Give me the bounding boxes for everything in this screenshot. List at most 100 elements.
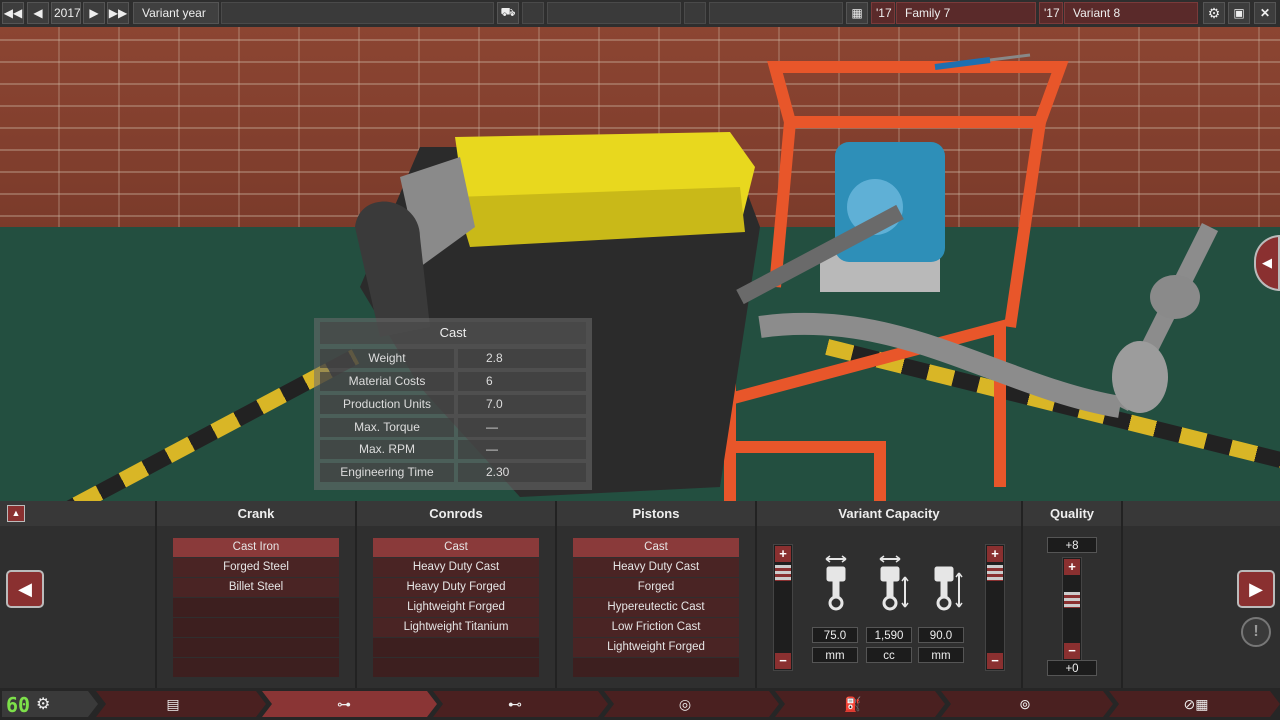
next-page-button[interactable]: ▶ <box>1237 570 1275 608</box>
car-icon[interactable]: ⛟ <box>497 2 519 24</box>
empty-slot <box>373 638 539 657</box>
bore-slider[interactable]: + − <box>773 544 793 671</box>
stroke-slider[interactable]: + − <box>985 544 1005 671</box>
stat-row: Weight 2.8 <box>320 349 586 368</box>
conrods-option[interactable]: Cast <box>373 538 539 557</box>
floppy-icon[interactable]: ▣ <box>1228 2 1250 24</box>
exhaust-icon: ⊚ <box>1019 695 1031 712</box>
pistons-options: Cast Heavy Duty Cast Forged Hypereutecti… <box>573 538 739 678</box>
minus-icon[interactable]: − <box>987 653 1003 669</box>
variant-year-label: Variant year <box>133 2 219 24</box>
pistons-option[interactable]: Heavy Duty Cast <box>573 558 739 577</box>
top-toolbar: ◀◀ ◀ 2017 ▶ ▶▶ Variant year ⛟ ▦ '17 Fami… <box>0 0 1280 28</box>
slider-thumb[interactable] <box>775 565 791 581</box>
stat-row: Engineering Time 2.30 <box>320 463 586 482</box>
stat-row: Production Units 7.0 <box>320 395 586 414</box>
engine-block-icon: ▤ <box>166 695 180 712</box>
crank-header: Crank <box>157 501 357 526</box>
rewind-icon[interactable]: ◀◀ <box>2 2 24 24</box>
pistons-option[interactable]: Cast <box>573 538 739 557</box>
family-year: '17 <box>871 2 895 24</box>
stat-value: 7.0 <box>458 395 586 414</box>
quality-max: +8 <box>1047 537 1097 553</box>
crank-conrod-icon: ⊶ <box>337 695 351 712</box>
quality-slider[interactable]: + − <box>1062 557 1082 661</box>
pistons-option[interactable]: Forged <box>573 578 739 597</box>
gear-icon[interactable]: ⚙ <box>1203 2 1225 24</box>
panel-header-blank <box>1123 501 1280 526</box>
pistons-option[interactable]: Hypereutectic Cast <box>573 598 739 617</box>
slider-thumb[interactable] <box>1064 592 1080 608</box>
stage-nav-bar: 60 ⚙ ▤ ⊶ ⊷ ◎ ⛽ ⊚ ⊘▦ <box>0 688 1280 720</box>
engine-illustration <box>355 53 1219 501</box>
triangle-left-icon: ◀ <box>1262 255 1272 270</box>
fuel-pump-icon: ⛽ <box>844 695 862 712</box>
capacity-piston-icon <box>879 555 909 611</box>
minus-icon[interactable]: − <box>1064 643 1080 659</box>
crank-option[interactable]: Billet Steel <box>173 578 339 597</box>
crank-option[interactable]: Forged Steel <box>173 558 339 577</box>
crank-option[interactable]: Cast Iron <box>173 538 339 557</box>
empty-slot <box>573 658 739 677</box>
prev-page-button[interactable]: ◀ <box>6 570 44 608</box>
conrods-option[interactable]: Lightweight Forged <box>373 598 539 617</box>
stat-row: Max. RPM — <box>320 440 586 459</box>
turbo-icon: ◎ <box>678 695 692 712</box>
triangle-right-icon: ▶ <box>1249 578 1263 599</box>
capacity-value: 1,590 <box>866 627 912 643</box>
conrods-option[interactable]: Heavy Duty Forged <box>373 578 539 597</box>
quality-header: Quality <box>1023 501 1123 526</box>
collapse-panel-button[interactable]: ▲ <box>7 505 25 522</box>
empty-slot <box>173 658 339 677</box>
conrods-option[interactable]: Heavy Duty Cast <box>373 558 539 577</box>
plus-icon[interactable]: + <box>1064 559 1080 575</box>
stroke-unit: mm <box>918 647 964 663</box>
close-icon[interactable]: ✕ <box>1254 2 1276 24</box>
empty-slot <box>173 638 339 657</box>
fps-indicator: 60 ⚙ <box>2 691 98 717</box>
exclamation-icon[interactable]: ! <box>1241 617 1271 647</box>
stat-label: Max. Torque <box>320 418 454 437</box>
triangle-right-icon[interactable]: ▶ <box>83 2 105 24</box>
minus-icon[interactable]: − <box>775 653 791 669</box>
empty-field <box>547 2 681 24</box>
triangle-left-icon[interactable]: ◀ <box>27 2 49 24</box>
stroke-value: 90.0 <box>918 627 964 643</box>
pistons-header: Pistons <box>557 501 757 526</box>
plus-icon[interactable]: + <box>775 546 791 562</box>
stat-value: 2.8 <box>458 349 586 368</box>
stat-label: Max. RPM <box>320 440 454 459</box>
variant-year: '17 <box>1039 2 1063 24</box>
bore-value: 75.0 <box>812 627 858 643</box>
variant-selector[interactable]: Variant 8 <box>1064 2 1198 24</box>
fps-counter: 60 <box>6 693 31 717</box>
bore-unit: mm <box>812 647 858 663</box>
empty-field <box>221 2 494 24</box>
calendar-icon[interactable]: ▦ <box>846 2 868 24</box>
fast-forward-icon[interactable]: ▶▶ <box>107 2 129 24</box>
conrods-options: Cast Heavy Duty Cast Heavy Duty Forged L… <box>373 538 539 678</box>
gauge-flag-icon: ⊘▦ <box>1183 695 1209 712</box>
plus-icon[interactable]: + <box>987 546 1003 562</box>
empty-slot <box>684 2 706 24</box>
stat-label: Production Units <box>320 395 454 414</box>
stat-value: — <box>458 440 586 459</box>
crank-options: Cast Iron Forged Steel Billet Steel <box>173 538 339 678</box>
pistons-option[interactable]: Low Friction Cast <box>573 618 739 637</box>
empty-slot <box>522 2 544 24</box>
stat-label: Weight <box>320 349 454 368</box>
triangle-up-icon: ▲ <box>11 508 21 518</box>
stat-value: — <box>458 418 586 437</box>
slider-thumb[interactable] <box>987 565 1003 581</box>
family-selector[interactable]: Family 7 <box>896 2 1036 24</box>
year-field: 2017 <box>51 2 81 24</box>
pistons-option[interactable]: Lightweight Forged <box>573 638 739 657</box>
conrods-option[interactable]: Lightweight Titanium <box>373 618 539 637</box>
parts-panel: ▲ Crank Cast Iron Forged Steel Billet St… <box>0 501 1280 688</box>
empty-slot <box>373 658 539 677</box>
engine-scene: ◀ <box>0 27 1280 501</box>
empty-slot <box>173 618 339 637</box>
piston-diagrams <box>825 555 963 611</box>
stat-row: Material Costs 6 <box>320 372 586 391</box>
stroke-piston-icon <box>934 566 963 611</box>
